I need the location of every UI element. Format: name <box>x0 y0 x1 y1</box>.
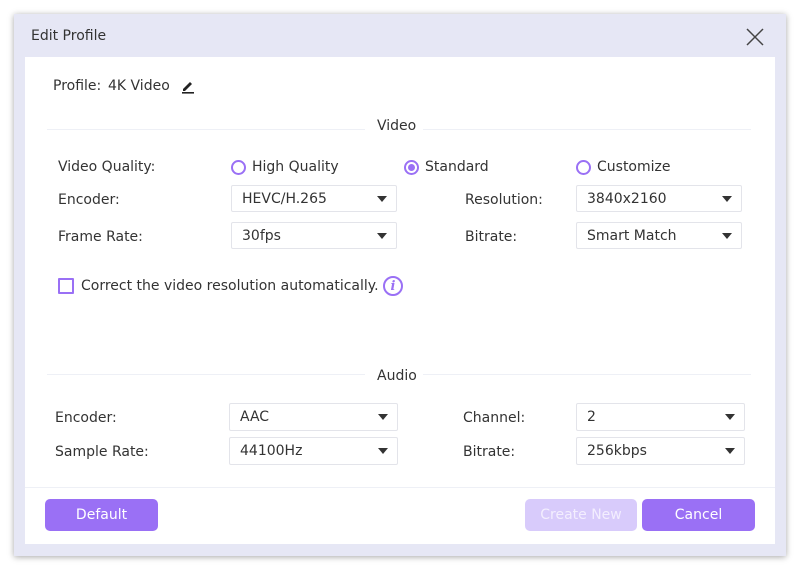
audio-bitrate-label: Bitrate: <box>463 444 516 460</box>
video-bitrate-select[interactable]: Smart Match <box>576 222 742 249</box>
dropdown-arrow-icon <box>377 233 387 239</box>
info-icon[interactable]: i <box>383 276 403 296</box>
sample-rate-value: 44100Hz <box>240 443 303 459</box>
resolution-label: Resolution: <box>465 192 543 208</box>
dropdown-arrow-icon <box>722 233 732 239</box>
radio-standard-label: Standard <box>425 159 489 175</box>
audio-encoder-label: Encoder: <box>55 410 117 426</box>
video-encoder-select[interactable]: HEVC/H.265 <box>231 185 397 212</box>
channel-value: 2 <box>587 409 596 425</box>
video-bitrate-value: Smart Match <box>587 228 677 244</box>
video-divider-left <box>47 129 365 130</box>
audio-encoder-value: AAC <box>240 409 270 425</box>
create-new-button[interactable]: Create New <box>525 499 637 531</box>
auto-correct-resolution-checkbox[interactable] <box>58 278 74 294</box>
sample-rate-label: Sample Rate: <box>55 444 149 460</box>
resolution-select[interactable]: 3840x2160 <box>576 185 742 212</box>
video-divider-right <box>423 129 751 130</box>
dropdown-arrow-icon <box>378 414 388 420</box>
dropdown-arrow-icon <box>725 414 735 420</box>
audio-divider-right <box>423 374 751 375</box>
default-button[interactable]: Default <box>45 499 158 531</box>
video-bitrate-label: Bitrate: <box>465 229 518 245</box>
frame-rate-select[interactable]: 30fps <box>231 222 397 249</box>
pencil-icon <box>182 82 194 94</box>
radio-customize-label: Customize <box>597 159 671 175</box>
sample-rate-select[interactable]: 44100Hz <box>229 437 398 465</box>
profile-label: Profile: <box>53 78 102 94</box>
frame-rate-label: Frame Rate: <box>58 229 143 245</box>
auto-correct-resolution-label: Correct the video resolution automatical… <box>81 278 379 294</box>
dropdown-arrow-icon <box>725 448 735 454</box>
resolution-value: 3840x2160 <box>587 191 667 207</box>
video-section-title: Video <box>377 118 417 134</box>
channel-label: Channel: <box>463 410 526 426</box>
dialog-title: Edit Profile <box>31 28 107 44</box>
dialog-body: Profile: 4K Video Video Video Quality: H… <box>25 57 775 544</box>
edit-profile-dialog: Edit Profile Profile: 4K Video Video Vid… <box>14 14 786 556</box>
dropdown-arrow-icon <box>722 196 732 202</box>
close-icon <box>746 28 764 46</box>
dropdown-arrow-icon <box>377 196 387 202</box>
audio-bitrate-value: 256kbps <box>587 443 647 459</box>
profile-name: 4K Video <box>108 78 170 94</box>
radio-high-quality-indicator <box>231 159 246 175</box>
radio-high-quality-label: High Quality <box>252 159 339 175</box>
radio-standard[interactable]: Standard <box>404 159 489 175</box>
cancel-button[interactable]: Cancel <box>642 499 755 531</box>
close-button[interactable] <box>744 26 766 48</box>
channel-select[interactable]: 2 <box>576 403 745 431</box>
video-encoder-value: HEVC/H.265 <box>242 191 327 207</box>
audio-encoder-select[interactable]: AAC <box>229 403 398 431</box>
video-quality-label: Video Quality: <box>58 159 156 175</box>
edit-profile-name-button[interactable] <box>180 78 196 98</box>
dropdown-arrow-icon <box>378 448 388 454</box>
audio-section-title: Audio <box>377 368 417 384</box>
audio-divider-left <box>47 374 365 375</box>
radio-customize-indicator <box>576 159 591 175</box>
radio-high-quality[interactable]: High Quality <box>231 159 339 175</box>
audio-bitrate-select[interactable]: 256kbps <box>576 437 745 465</box>
video-encoder-label: Encoder: <box>58 192 120 208</box>
radio-customize[interactable]: Customize <box>576 159 671 175</box>
frame-rate-value: 30fps <box>242 228 281 244</box>
radio-standard-indicator <box>404 159 419 175</box>
footer-divider <box>25 487 775 488</box>
